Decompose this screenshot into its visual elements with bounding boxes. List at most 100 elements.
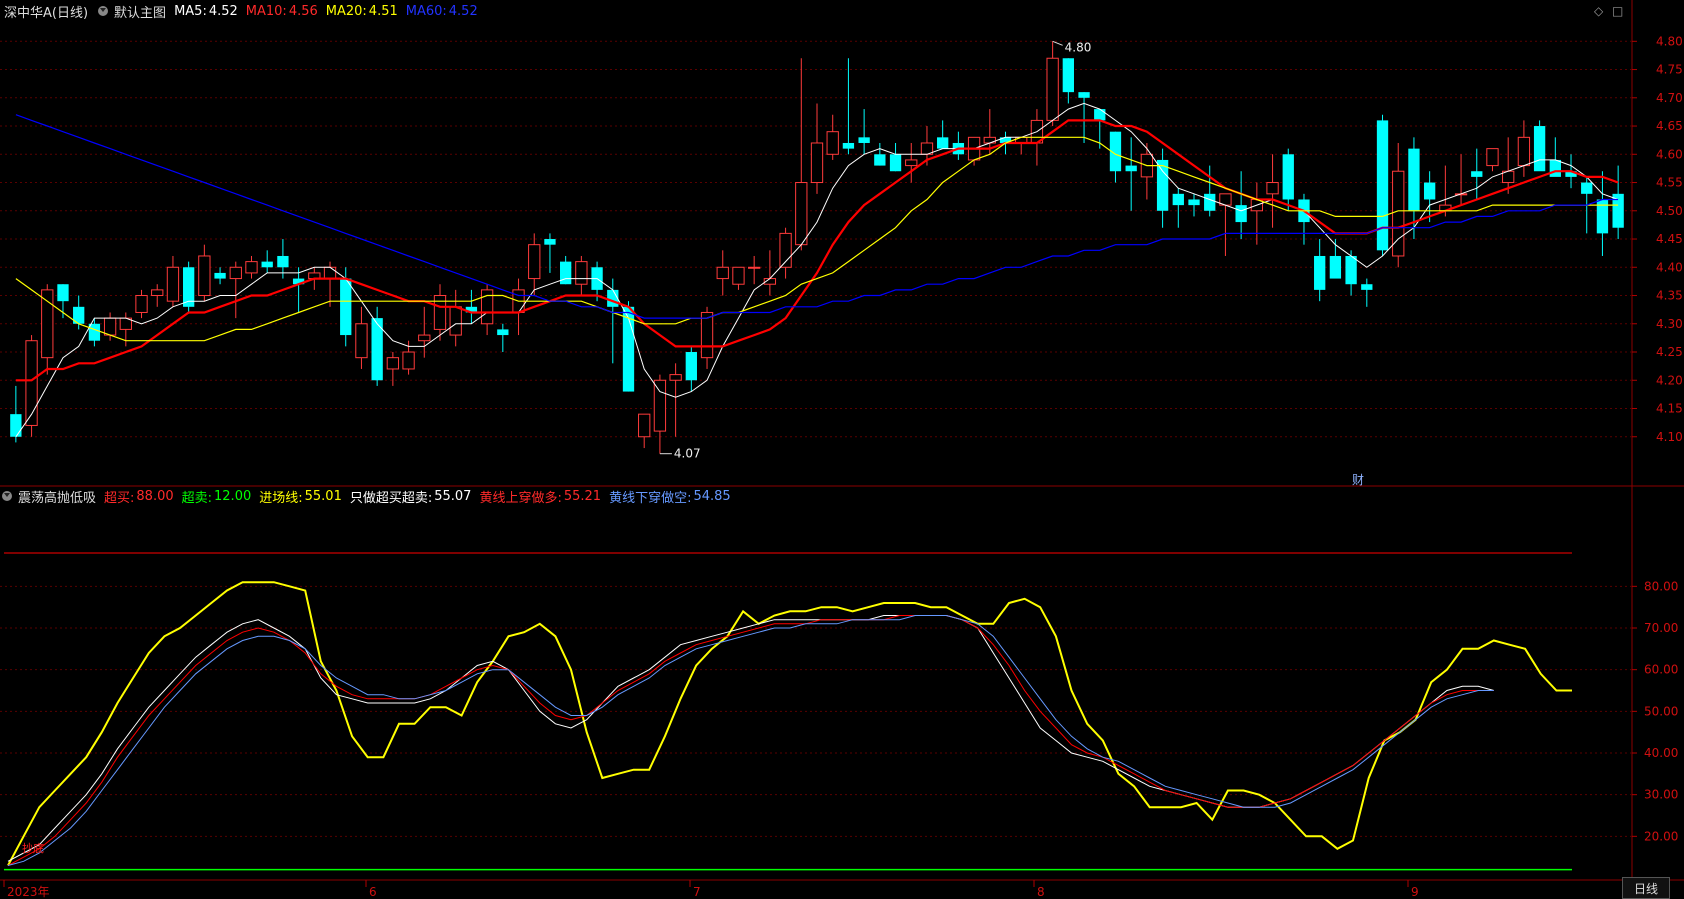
osc-tick-label: 80.00: [1644, 579, 1678, 593]
candle-body-up: [983, 136, 996, 144]
candle-body-up: [402, 351, 415, 370]
price-tick-label: 4.70: [1656, 91, 1683, 105]
candle-body-down: [1062, 58, 1074, 93]
candle-body-down: [340, 278, 352, 336]
candle-body-down: [1471, 171, 1483, 177]
high-price-label: 4.80: [1065, 40, 1092, 54]
bottom-signal-label: 抄底: [22, 841, 44, 855]
candle-body-down: [1282, 154, 1294, 200]
candle-body-down: [1094, 109, 1106, 121]
candle-body-down: [1533, 126, 1546, 172]
candle-body-down: [1125, 165, 1137, 172]
candle-body-down: [1078, 92, 1090, 98]
candle-body-down: [889, 154, 902, 172]
osc-tick-label: 40.00: [1644, 746, 1678, 760]
candle-body-down: [1235, 205, 1247, 223]
candle-body-down: [1314, 255, 1326, 290]
candle-body-down: [544, 239, 556, 245]
candle-body-up: [700, 311, 714, 359]
price-tick-label: 4.30: [1656, 317, 1683, 331]
candle-body-down: [1204, 193, 1216, 211]
candle-body-up: [103, 317, 117, 336]
candle-body-down: [214, 272, 226, 279]
candle-body-down: [1581, 182, 1593, 194]
timeframe-button[interactable]: 日线: [1622, 877, 1670, 899]
candle-body-up: [1517, 136, 1531, 167]
candle-body-up: [810, 142, 824, 184]
candle-body-up: [1266, 182, 1279, 195]
candle-body-down: [10, 414, 22, 437]
price-tick-label: 4.35: [1656, 289, 1683, 303]
candle-body-down: [560, 261, 572, 285]
candle-body-down: [1172, 193, 1184, 206]
candle-body-down: [57, 284, 69, 302]
price-tick-label: 4.10: [1656, 430, 1683, 444]
price-tick-label: 4.75: [1656, 63, 1683, 77]
candle-body-up: [135, 295, 148, 313]
candle-body-up: [732, 266, 745, 285]
candle-body-up: [198, 255, 211, 297]
price-tick-label: 4.50: [1656, 204, 1683, 218]
chart-canvas[interactable]: 4.10 4.15 4.20 4.25 4.30 4.35 4.40 4.45 4.50 4.55…: [0, 0, 1684, 899]
candle-body-down: [1329, 255, 1342, 279]
candle-body-down: [261, 261, 273, 268]
candle-body-down: [497, 329, 509, 336]
candle-body-up: [826, 131, 839, 155]
candle-body-down: [842, 142, 855, 149]
osc-line-1: [7, 615, 1494, 862]
candle-body-down: [1361, 284, 1373, 290]
candle-body-down: [874, 154, 886, 166]
osc-tick-label: 70.00: [1644, 621, 1678, 635]
candle-body-up: [166, 266, 180, 302]
price-tick-label: 4.25: [1656, 345, 1683, 359]
osc-line-3: [7, 615, 1494, 866]
osc-tick-label: 60.00: [1644, 663, 1678, 677]
candle-body-up: [653, 379, 667, 432]
high-pointer: [1052, 40, 1063, 46]
candle-body-down: [607, 289, 619, 307]
candle-body-up: [323, 266, 337, 280]
candle-body-up: [245, 261, 258, 274]
osc-tick-label: 50.00: [1644, 704, 1678, 718]
price-tick-label: 4.65: [1656, 119, 1683, 133]
osc-line-0: [7, 581, 1572, 866]
candle-body-up: [41, 289, 54, 359]
candle-body-up: [229, 266, 242, 280]
x-tick-label: 8: [1037, 885, 1045, 899]
candle-body-down: [685, 352, 697, 381]
candle-body-up: [25, 340, 38, 426]
candle-body-down: [1188, 199, 1200, 206]
candle-body-up: [355, 323, 368, 359]
candle-body-down: [1376, 120, 1389, 251]
price-tick-label: 4.20: [1656, 373, 1683, 387]
candle-body-up: [418, 334, 431, 342]
price-tick-label: 4.60: [1656, 147, 1683, 161]
candle-body-down: [277, 255, 289, 268]
osc-tick-label: 30.00: [1644, 788, 1678, 802]
price-tick-label: 4.15: [1656, 402, 1683, 416]
candle-body-up: [638, 413, 651, 438]
candle-body-up: [1046, 57, 1059, 121]
finance-marker: 财: [1352, 473, 1364, 487]
candle-body-up: [386, 357, 400, 370]
candle-body-up: [669, 374, 682, 381]
candle-body-down: [1423, 182, 1436, 200]
candle-body-up: [449, 306, 462, 336]
osc-line-2: [7, 615, 1494, 866]
candle-body-down: [858, 137, 870, 143]
candle-body-up: [151, 289, 164, 297]
x-tick-label: 7: [693, 885, 701, 899]
candle-body-up: [748, 266, 761, 269]
price-tick-label: 4.45: [1656, 232, 1683, 246]
candle-body-up: [905, 159, 918, 167]
candle-body-down: [88, 323, 101, 341]
x-tick-label: 2023年: [7, 885, 50, 899]
candle-body-up: [528, 244, 541, 280]
price-tick-label: 4.80: [1656, 34, 1683, 48]
osc-tick-label: 20.00: [1644, 829, 1678, 843]
candle-body-down: [1408, 148, 1420, 211]
candle-body-down: [1549, 159, 1561, 177]
low-price-label: 4.07: [674, 447, 701, 461]
candle-body-up: [1486, 148, 1499, 167]
candle-body-up: [716, 266, 729, 280]
